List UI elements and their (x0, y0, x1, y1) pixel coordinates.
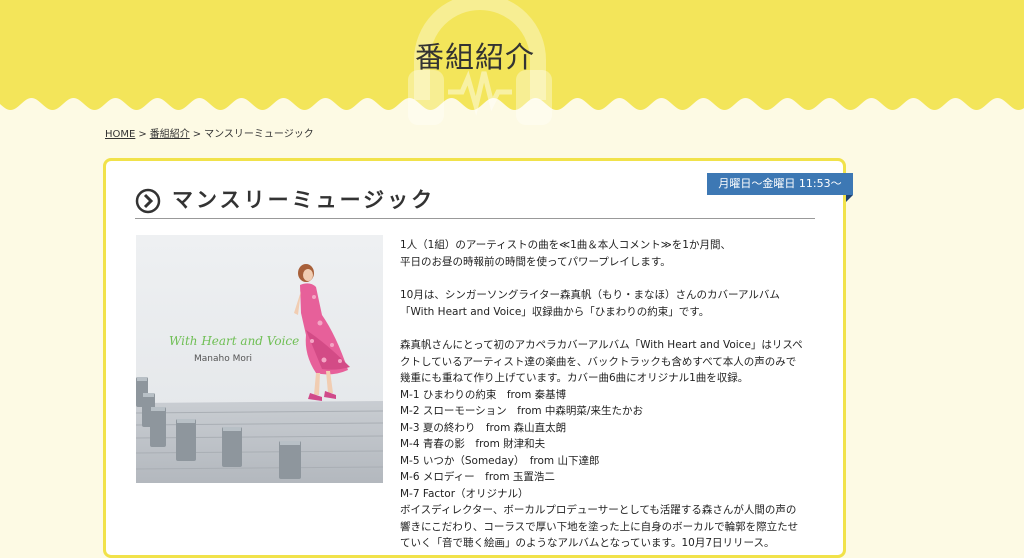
text-line: 平日のお昼の時報前の時間を使ってパワープレイします。 (400, 255, 671, 268)
program-description: 1人（1組）のアーティストの曲を≪1曲＆本人コメント≫を1か月間、 平日のお昼の… (400, 237, 820, 552)
album-cover-image: With Heart and Voice Manaho Mori (136, 235, 383, 483)
track-item: M-6 メロディー from 玉置浩二 (400, 471, 555, 483)
page-header: 番組紹介 (0, 0, 1024, 125)
text-line: 「With Heart and Voice」収録曲から「ひまわりの約束」です。 (400, 305, 710, 318)
breadcrumb-parent-link[interactable]: 番組紹介 (150, 129, 190, 140)
details-paragraph: 森真帆さんにとって初のアカペラカバーアルバム「With Heart and Vo… (400, 337, 820, 552)
feature-paragraph: 10月は、シンガーソングライター森真帆（もり・まなほ）さんのカバーアルバム 「W… (400, 287, 820, 320)
text-line: ていく「音で聴く絵画」のようなアルバムとなっています。10月7日リリース。 (400, 537, 775, 549)
breadcrumb-separator: > (192, 129, 202, 140)
breadcrumb-current: マンスリーミュージック (204, 129, 314, 140)
track-item: M-4 青春の影 from 財津和夫 (400, 438, 546, 450)
album-cover-art: With Heart and Voice Manaho Mori (136, 235, 383, 483)
track-item: M-7 Factor（オリジナル） (400, 487, 529, 500)
section-title: マンスリーミュージック (172, 188, 436, 212)
breadcrumb: HOME > 番組紹介 > マンスリーミュージック (105, 125, 314, 140)
chevron-circle-icon (135, 188, 161, 214)
page-title: 番組紹介 (414, 40, 535, 74)
text-line: クトしているアーティスト達の楽曲を、バックトラックも含めすべて本人の声のみで (400, 355, 797, 368)
intro-paragraph: 1人（1組）のアーティストの曲を≪1曲＆本人コメント≫を1か月間、 平日のお昼の… (400, 237, 820, 270)
text-line: ボイスディレクター、ボーカルプロデューサーとしても活躍する森さんが人間の声の (400, 504, 797, 516)
text-line: 響きにこだわり、コーラスで厚い下地を塗った上に自身のボーカルで輪郭を際立たせ (400, 520, 799, 533)
track-item: M-5 いつか（Someday） from 山下達郎 (400, 454, 600, 467)
album-title-script: With Heart and Voice (169, 334, 299, 348)
text-line: 1人（1組）のアーティストの曲を≪1曲＆本人コメント≫を1か月間、 (400, 239, 731, 251)
text-line: 10月は、シンガーソングライター森真帆（もり・まなほ）さんのカバーアルバム (400, 289, 780, 301)
track-item: M-2 スローモーション from 中森明菜/来生たかお (400, 405, 643, 417)
section-heading: マンスリーミュージック (135, 184, 815, 219)
breadcrumb-separator: > (138, 129, 147, 140)
ribbon-fold (846, 195, 853, 202)
track-item: M-3 夏の終わり from 森山直太朗 (400, 421, 567, 434)
text-line: 幾重にも重ねて作り上げています。カバー曲6曲にオリジナル1曲を収録。 (400, 372, 749, 384)
breadcrumb-home-link[interactable]: HOME (105, 129, 135, 140)
album-artist-text: Manaho Mori (194, 354, 252, 364)
track-item: M-1 ひまわりの約束 from 秦基博 (400, 388, 567, 401)
text-line: 森真帆さんにとって初のアカペラカバーアルバム「With Heart and Vo… (400, 339, 803, 351)
